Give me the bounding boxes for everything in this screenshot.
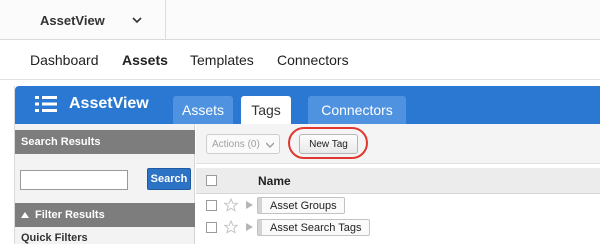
tab-assets-label: Assets (181, 102, 224, 118)
tab-tags[interactable]: Tags (241, 96, 291, 124)
chevron-down-icon (266, 142, 274, 149)
actions-label: Actions (0) (212, 138, 260, 150)
tag-item[interactable]: Asset Search Tags (257, 219, 370, 236)
nav-connectors[interactable]: Connectors (277, 52, 349, 68)
tag-item[interactable]: Asset Groups (257, 197, 345, 214)
search-button[interactable]: Search (147, 168, 191, 190)
table-header: Name (196, 168, 600, 194)
triangle-up-icon (21, 212, 29, 218)
filter-results-header[interactable]: Filter Results (15, 203, 195, 227)
actions-dropdown[interactable]: Actions (0) (206, 134, 280, 154)
list-toolbar: Actions (0) New Tag (196, 124, 600, 164)
star-icon[interactable] (224, 220, 238, 234)
tag-name: Asset Groups (270, 199, 337, 212)
app-header: AssetView Assets Tags Connectors (15, 86, 600, 124)
tab-tags-label: Tags (251, 102, 281, 118)
quick-filters-label: Quick Filters (21, 232, 88, 244)
left-panel: Search Results Search Filter Results Qui… (15, 124, 195, 244)
column-name-header[interactable]: Name (258, 174, 291, 188)
table-row[interactable]: Asset Groups (196, 195, 600, 217)
tag-name: Asset Search Tags (270, 221, 362, 234)
select-all-checkbox[interactable] (206, 175, 217, 186)
tab-assets[interactable]: Assets (173, 96, 233, 124)
nav-dashboard[interactable]: Dashboard (30, 52, 99, 68)
nav-assets[interactable]: Assets (122, 52, 168, 68)
expand-arrow-icon[interactable] (246, 223, 253, 231)
search-input[interactable] (20, 170, 128, 190)
tab-connectors[interactable]: Connectors (308, 96, 406, 124)
module-nav: Dashboard Assets Templates Connectors (0, 40, 600, 80)
app-switcher-label: AssetView (40, 12, 105, 28)
app-switcher[interactable]: AssetView (14, 0, 166, 40)
tab-connectors-label: Connectors (321, 102, 393, 118)
search-button-label: Search (150, 173, 188, 185)
new-tag-label: New Tag (309, 138, 348, 150)
expand-arrow-icon[interactable] (246, 201, 253, 209)
search-results-label: Search Results (21, 136, 101, 148)
list-menu-icon (35, 96, 57, 112)
search-results-header: Search Results (15, 130, 195, 154)
new-tag-button[interactable]: New Tag (299, 134, 358, 154)
star-icon[interactable] (224, 198, 238, 212)
row-checkbox[interactable] (206, 200, 217, 211)
table-row[interactable]: Asset Search Tags (196, 217, 600, 239)
top-bar: AssetView (0, 0, 600, 40)
chevron-down-icon (132, 17, 142, 24)
row-checkbox[interactable] (206, 222, 217, 233)
app-frame: AssetView Assets Tags Connectors Search … (14, 86, 600, 244)
drag-grip-icon (258, 198, 262, 213)
nav-templates[interactable]: Templates (190, 52, 254, 68)
app-title: AssetView (69, 95, 149, 112)
filter-results-label: Filter Results (35, 209, 105, 221)
drag-grip-icon (258, 220, 262, 235)
